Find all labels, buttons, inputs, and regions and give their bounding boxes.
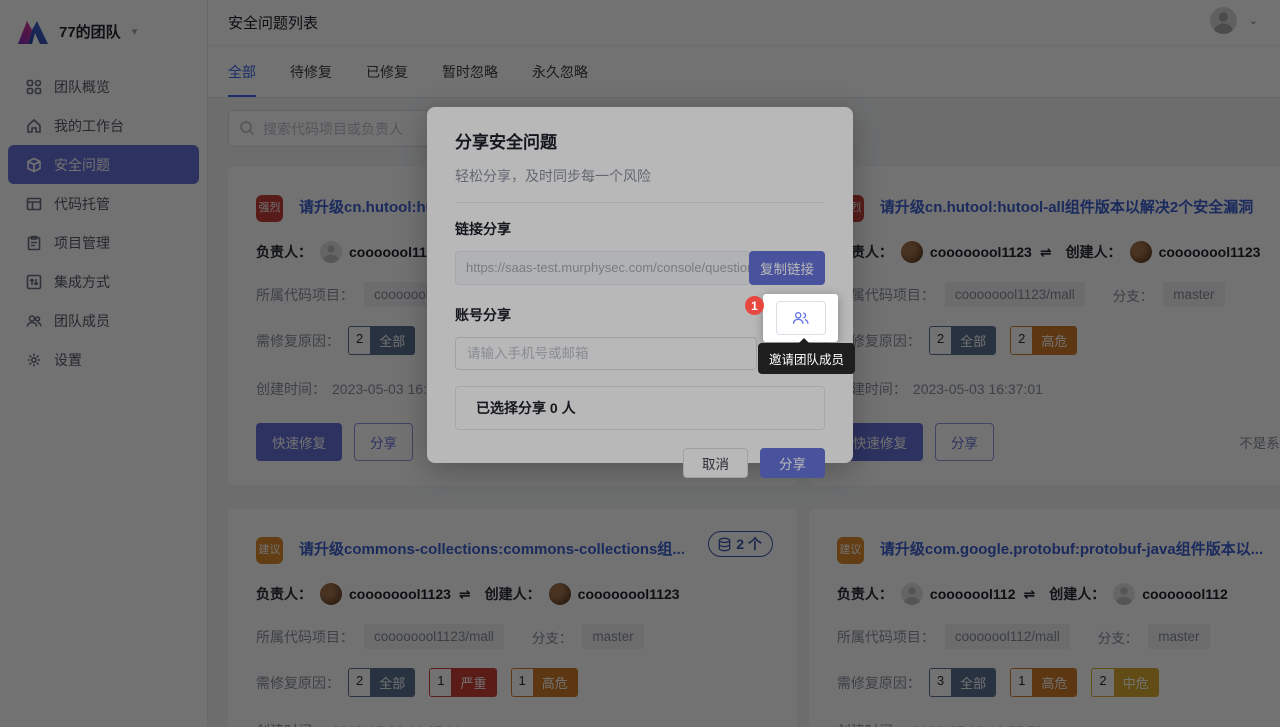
invite-members-button-highlight[interactable] [776,301,826,335]
guide-overlay [0,0,1280,727]
guide-step-badge: 1 [745,296,764,315]
guide-highlight-card [763,294,838,342]
invite-tooltip: 邀请团队成员 [758,343,855,374]
people-icon [792,310,809,326]
